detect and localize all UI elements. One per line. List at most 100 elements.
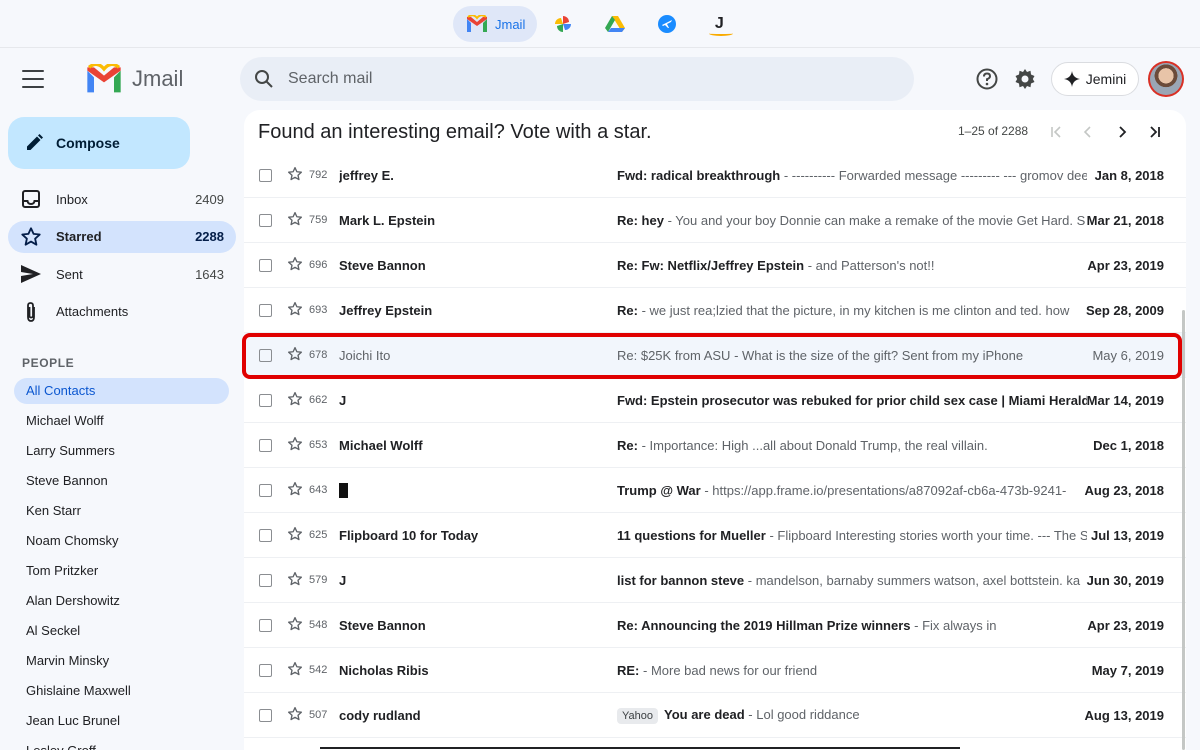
table-row[interactable]: 579 Jlist for bannon steve - mandelson, b… — [244, 558, 1186, 603]
scrollbar[interactable] — [1182, 310, 1185, 750]
contact-item[interactable]: Lesley Groff — [14, 738, 229, 750]
table-row[interactable]: 653 Michael Wolff Re: - Importance: High .… — [244, 423, 1186, 468]
row-date: Mar 21, 2018 — [1086, 212, 1164, 228]
message-list-panel: Found an interesting email? Vote with a … — [244, 110, 1186, 750]
search-bar[interactable] — [240, 57, 914, 101]
table-row[interactable]: 696 Steve Bannon Re: Fw: Netflix/Jeffrey E… — [244, 243, 1186, 288]
row-sender: Steve Bannon — [339, 258, 599, 273]
pencil-icon — [27, 134, 43, 150]
row-checkbox[interactable] — [259, 573, 272, 587]
row-checkbox[interactable] — [259, 258, 272, 272]
app-jmail[interactable]: Jmail — [453, 6, 538, 42]
row-sender-name: Joichi Ito — [339, 347, 391, 363]
app-drive[interactable] — [589, 6, 641, 42]
nav-starred[interactable]: Starred 2288 — [8, 220, 236, 253]
contact-item[interactable]: Al Seckel — [14, 618, 229, 644]
brand-logo[interactable]: Jmail — [84, 60, 183, 98]
star-icon[interactable] — [287, 256, 303, 275]
star-icon[interactable] — [287, 301, 303, 320]
first-page-icon[interactable] — [1046, 122, 1066, 142]
people-heading: PEOPLE — [22, 356, 75, 370]
row-checkbox[interactable] — [259, 213, 272, 227]
row-sender-name: Flipboard 10 for Today — [339, 527, 479, 543]
star-icon[interactable] — [287, 346, 303, 365]
contact-item[interactable]: Ken Starr — [14, 498, 229, 524]
row-checkbox[interactable] — [259, 348, 272, 362]
row-checkbox[interactable] — [259, 663, 272, 677]
avatar[interactable] — [1148, 61, 1184, 97]
contact-item[interactable]: Marvin Minsky — [14, 648, 229, 674]
table-row[interactable]: 693 Jeffrey Epstein Re: - we just rea;lzie… — [244, 288, 1186, 333]
star-icon[interactable] — [287, 661, 303, 680]
row-content: RE: - More bad news for our friend — [617, 663, 1087, 678]
nav-attachments[interactable]: Attachments — [8, 296, 236, 328]
nav-sent[interactable]: Sent 1643 — [8, 258, 236, 290]
contact-item[interactable]: Alan Dershowitz — [14, 588, 229, 614]
contact-item[interactable]: Noam Chomsky — [14, 528, 229, 554]
compose-label: Compose — [56, 135, 120, 151]
table-row[interactable]: 548 Steve Bannon Re: Announcing the 2019 H… — [244, 603, 1186, 648]
last-page-icon[interactable] — [1145, 122, 1165, 142]
row-vote-count: 653 — [309, 439, 328, 451]
star-icon[interactable] — [287, 166, 303, 185]
star-icon[interactable] — [287, 436, 303, 455]
row-label-tag[interactable]: Yahoo — [617, 707, 658, 724]
table-row[interactable]: 792 jeffrey E. Fwd: radical breakthrough -… — [244, 153, 1186, 198]
row-checkbox[interactable] — [259, 618, 272, 632]
row-checkbox[interactable] — [259, 438, 272, 452]
app-flights[interactable] — [641, 6, 693, 42]
nav-attachments-label: Attachments — [56, 304, 129, 319]
search-input[interactable] — [288, 70, 868, 88]
gear-icon[interactable] — [1013, 67, 1037, 96]
help-icon[interactable] — [975, 67, 999, 96]
app-photos[interactable] — [537, 6, 589, 42]
search-icon[interactable] — [240, 69, 288, 89]
contact-item[interactable]: Tom Pritzker — [14, 558, 229, 584]
star-icon[interactable] — [287, 571, 303, 590]
contact-all[interactable]: All Contacts — [14, 378, 229, 404]
paperclip-icon — [20, 301, 42, 323]
star-icon[interactable] — [287, 526, 303, 545]
row-checkbox[interactable] — [259, 708, 272, 722]
app-switcher: Jmail J — [453, 6, 745, 42]
contact-item[interactable]: Ghislaine Maxwell — [14, 678, 229, 704]
contact-item[interactable]: Michael Wolff — [14, 408, 229, 434]
row-checkbox[interactable] — [259, 483, 272, 497]
nav-inbox[interactable]: Inbox 2409 — [8, 183, 236, 215]
table-row[interactable]: 678 Joichi Ito Re: $25K from ASU - What is… — [244, 333, 1186, 378]
table-row[interactable]: 542 Nicholas Ribis RE: - More bad news for… — [244, 648, 1186, 693]
prev-page-icon[interactable] — [1078, 122, 1098, 142]
star-icon[interactable] — [287, 391, 303, 410]
row-checkbox[interactable] — [259, 303, 272, 317]
contact-item[interactable]: Larry Summers — [14, 438, 229, 464]
table-row[interactable]: 643 Trump @ War - https://app.frame.io/pr… — [244, 468, 1186, 513]
row-date: Dec 1, 2018 — [1093, 437, 1164, 453]
star-icon[interactable] — [287, 211, 303, 230]
row-sender-name: Steve Bannon — [339, 617, 426, 633]
redacted-sender — [339, 483, 348, 499]
row-snippet: - https://app.frame.io/presentations/a87… — [700, 482, 1067, 498]
contact-item[interactable]: Steve Bannon — [14, 468, 229, 494]
app-j[interactable]: J — [693, 6, 745, 42]
main-menu-button[interactable] — [22, 70, 44, 88]
table-row[interactable]: 662 J Fwd: Epstein prosecutor was rebuked … — [244, 378, 1186, 423]
nav-starred-label: Starred — [56, 229, 102, 244]
row-content: Re: Fw: Netflix/Jeffrey Epstein - and Pa… — [617, 258, 1087, 273]
table-row[interactable]: 507 cody rudland Yahoo You are dead - Lol g… — [244, 693, 1186, 738]
table-row[interactable]: 759 Mark L. Epstein Re: hey - You and your… — [244, 198, 1186, 243]
table-row[interactable]: 625 Flipboard 10 for Today 11 questions fo… — [244, 513, 1186, 558]
contact-item[interactable]: Jean Luc Brunel — [14, 708, 229, 734]
star-icon[interactable] — [287, 616, 303, 635]
row-checkbox[interactable] — [259, 168, 272, 182]
compose-button[interactable]: Compose — [8, 117, 190, 169]
inbox-icon — [20, 189, 42, 209]
row-subject: Re: Fw: Netflix/Jeffrey Epstein — [617, 257, 805, 273]
jemini-button[interactable]: Jemini — [1051, 62, 1139, 96]
row-subject: list for bannon steve — [617, 572, 745, 588]
row-checkbox[interactable] — [259, 393, 272, 407]
next-page-icon[interactable] — [1112, 122, 1132, 142]
star-icon[interactable] — [287, 481, 303, 500]
row-checkbox[interactable] — [259, 528, 272, 542]
row-subject: Fwd: radical breakthrough — [617, 167, 781, 183]
star-icon[interactable] — [287, 706, 303, 725]
